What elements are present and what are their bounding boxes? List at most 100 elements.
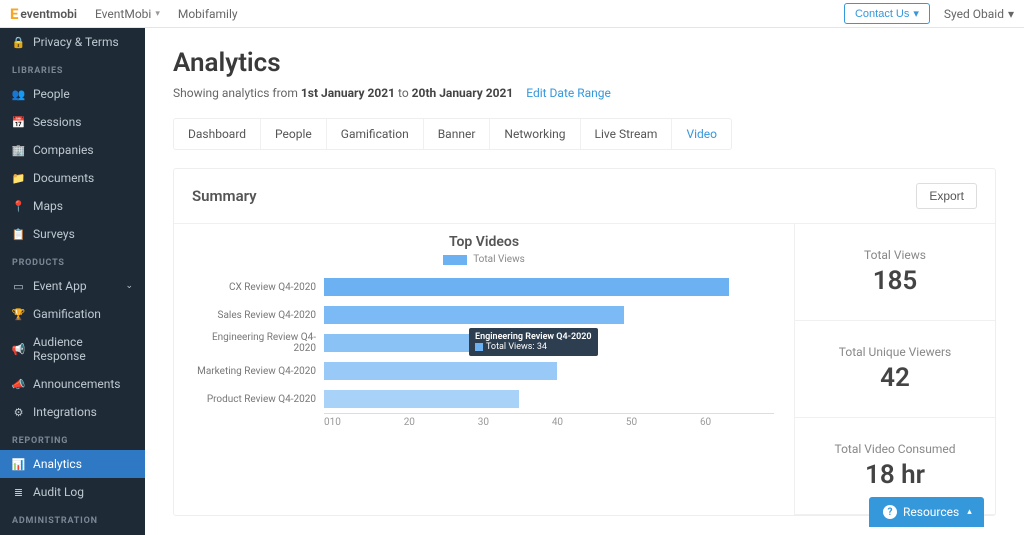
sidebar-item-label: Analytics <box>33 457 82 471</box>
sidebar-item-sessions[interactable]: 📅Sessions <box>0 108 145 136</box>
bar-track <box>324 385 774 413</box>
bar-track <box>324 329 774 357</box>
folder-icon: 📁 <box>12 172 25 185</box>
sidebar-section-header: LIBRARIES <box>0 56 145 80</box>
tab-gamification[interactable]: Gamification <box>326 119 423 149</box>
topbar: E eventmobi EventMobi ▾ Mobifamily Conta… <box>0 0 1024 28</box>
chart-bar-row: Product Review Q4-2020 <box>194 385 774 413</box>
date-range-subline: Showing analytics from 1st January 2021 … <box>173 86 996 100</box>
bar-track <box>324 273 774 301</box>
sidebar-item-maps[interactable]: 📍 Maps <box>0 192 145 220</box>
chevron-up-icon: ▴ <box>967 507 972 517</box>
map-pin-icon: 📍 <box>12 200 25 213</box>
list-icon: ≣ <box>12 486 25 499</box>
megaphone-icon: 📢 <box>12 343 25 356</box>
edit-date-range-link[interactable]: Edit Date Range <box>526 86 611 100</box>
tablet-icon: ▭ <box>12 280 25 293</box>
sidebar-item-label: Gamification <box>33 307 101 321</box>
bar[interactable] <box>324 278 729 296</box>
chart-legend: Total Views <box>194 254 774 265</box>
topbar-left: E eventmobi EventMobi ▾ Mobifamily <box>10 5 238 23</box>
sidebar-item-event-configuration[interactable]: ☰Event Configuration <box>0 530 145 535</box>
resources-fab[interactable]: ? Resources ▴ <box>869 497 984 527</box>
sidebar-item-label: Integrations <box>33 405 97 419</box>
chart-title: Top Videos <box>194 234 774 250</box>
logo: E eventmobi <box>10 5 77 23</box>
sidebar-item-gamification[interactable]: 🏆Gamification <box>0 300 145 328</box>
sidebar-item-label: Privacy & Terms <box>33 35 119 49</box>
sidebar-item-label: Surveys <box>33 227 75 241</box>
plug-icon: ⚙ <box>12 406 25 419</box>
summary-content-row: Top Videos Total Views CX Review Q4-2020… <box>174 224 995 515</box>
sidebar-item-integrations[interactable]: ⚙ Integrations <box>0 398 145 426</box>
sidebar-item-people[interactable]: 👥People <box>0 80 145 108</box>
bar-label: Engineering Review Q4-2020 <box>194 332 324 354</box>
sidebar-item-audit-log[interactable]: ≣ Audit Log <box>0 478 145 506</box>
main-content: Analytics Showing analytics from 1st Jan… <box>145 28 1024 535</box>
stat-label: Total Unique Viewers <box>805 345 985 359</box>
sidebar-section-header: REPORTING <box>0 426 145 450</box>
sidebar-item-surveys[interactable]: 📋 Surveys <box>0 220 145 248</box>
sidebar-section-header: ADMINISTRATION <box>0 506 145 530</box>
axis-tick: 50 <box>626 414 700 428</box>
bar[interactable] <box>324 390 519 408</box>
bar[interactable] <box>324 334 579 352</box>
stat-block: Total Views185 <box>795 224 995 321</box>
stat-label: Total Views <box>805 248 985 262</box>
sidebar-item-label: Companies <box>33 143 94 157</box>
sidebar-item-label: Audience Response <box>33 335 133 363</box>
question-icon: ? <box>883 505 897 519</box>
lock-icon: 🔒 <box>12 36 25 49</box>
stat-label: Total Video Consumed <box>805 442 985 456</box>
sidebar-item-documents[interactable]: 📁 Documents <box>0 164 145 192</box>
sidebar-item-audience-response[interactable]: 📢 Audience Response <box>0 328 145 370</box>
stat-value: 18 hr <box>805 460 985 490</box>
tab-live-stream[interactable]: Live Stream <box>580 119 672 149</box>
sidebar-item-companies[interactable]: 🏢Companies <box>0 136 145 164</box>
sidebar-item-event-app[interactable]: ▭Event App⌄ <box>0 272 145 300</box>
axis-tick: 40 <box>552 414 626 428</box>
chart-bar-row: Engineering Review Q4-2020 <box>194 329 774 357</box>
sidebar-item-announcements[interactable]: 📣Announcements <box>0 370 145 398</box>
summary-heading: Summary <box>192 187 257 205</box>
legend-swatch-icon <box>443 255 467 265</box>
bar[interactable] <box>324 362 557 380</box>
sidebar-item-label: Documents <box>33 171 94 185</box>
stat-block: Total Unique Viewers 42 <box>795 321 995 418</box>
sidebar-item-label: Event App <box>33 279 87 293</box>
user-menu[interactable]: Syed Obaid ▾ <box>944 7 1014 21</box>
logo-mark-icon: E <box>10 5 18 23</box>
sidebar: 🔒 Privacy & Terms LIBRARIES👥People📅Session… <box>0 28 145 535</box>
export-button[interactable]: Export <box>916 183 977 209</box>
stat-value: 42 <box>805 363 985 393</box>
summary-header: Summary Export <box>174 169 995 224</box>
analytics-tabs: DashboardPeopleGamificationBannerNetwork… <box>173 118 732 150</box>
sidebar-item-label: Audit Log <box>33 485 84 499</box>
sidebar-item-label: Sessions <box>33 115 81 129</box>
chart-icon: 📊 <box>12 458 25 471</box>
sidebar-item-privacy-terms[interactable]: 🔒 Privacy & Terms <box>0 28 145 56</box>
bar-track <box>324 357 774 385</box>
bar-label: CX Review Q4-2020 <box>194 282 324 293</box>
tab-video[interactable]: Video <box>671 119 731 149</box>
tab-people[interactable]: People <box>260 119 326 149</box>
tab-dashboard[interactable]: Dashboard <box>174 119 260 149</box>
clipboard-icon: 📋 <box>12 228 25 241</box>
chart-column: Top Videos Total Views CX Review Q4-2020… <box>174 224 795 515</box>
bar[interactable] <box>324 306 624 324</box>
breadcrumb-event[interactable]: Mobifamily <box>178 7 238 21</box>
tab-networking[interactable]: Networking <box>489 119 579 149</box>
tab-banner[interactable]: Banner <box>423 119 490 149</box>
contact-us-button[interactable]: Contact Us ▾ <box>844 3 930 24</box>
sidebar-item-analytics[interactable]: 📊 Analytics <box>0 450 145 478</box>
stats-column: Total Views185Total Unique Viewers42Tota… <box>795 224 995 515</box>
caret-down-icon: ▾ <box>913 7 919 20</box>
caret-down-icon: ▾ <box>1008 7 1014 21</box>
chart-x-axis: 0102030405060 <box>324 413 774 428</box>
bar-label: Sales Review Q4-2020 <box>194 310 324 321</box>
axis-tick: 60 <box>700 414 774 428</box>
breadcrumb-org[interactable]: EventMobi ▾ <box>95 7 160 21</box>
legend-label: Total Views <box>473 254 525 265</box>
sidebar-item-label: Maps <box>33 199 63 213</box>
chart-bar-row: Marketing Review Q4-2020 <box>194 357 774 385</box>
